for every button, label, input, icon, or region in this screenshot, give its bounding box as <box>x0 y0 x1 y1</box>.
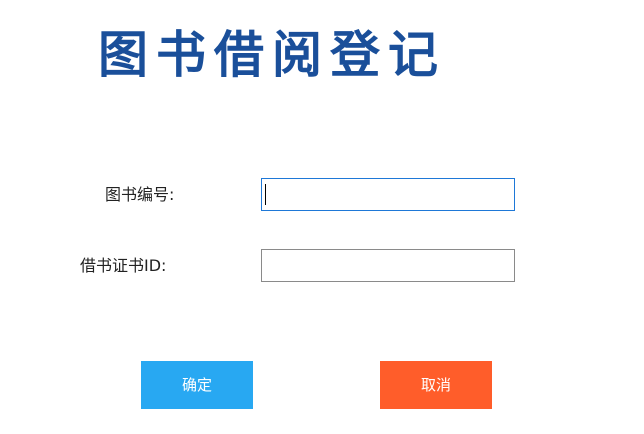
library-card-id-label: 借书证书ID: <box>80 256 167 275</box>
book-id-input[interactable] <box>261 178 515 211</box>
page-title: 图书借阅登记 <box>98 25 446 84</box>
cancel-button[interactable]: 取消 <box>380 361 492 409</box>
text-cursor <box>265 184 266 205</box>
library-card-id-input[interactable] <box>261 249 515 282</box>
borrow-registration-page: 图书借阅登记 图书编号: 借书证书ID: 确定 取消 <box>0 0 644 434</box>
book-id-label: 图书编号: <box>105 185 175 204</box>
confirm-button[interactable]: 确定 <box>141 361 253 409</box>
